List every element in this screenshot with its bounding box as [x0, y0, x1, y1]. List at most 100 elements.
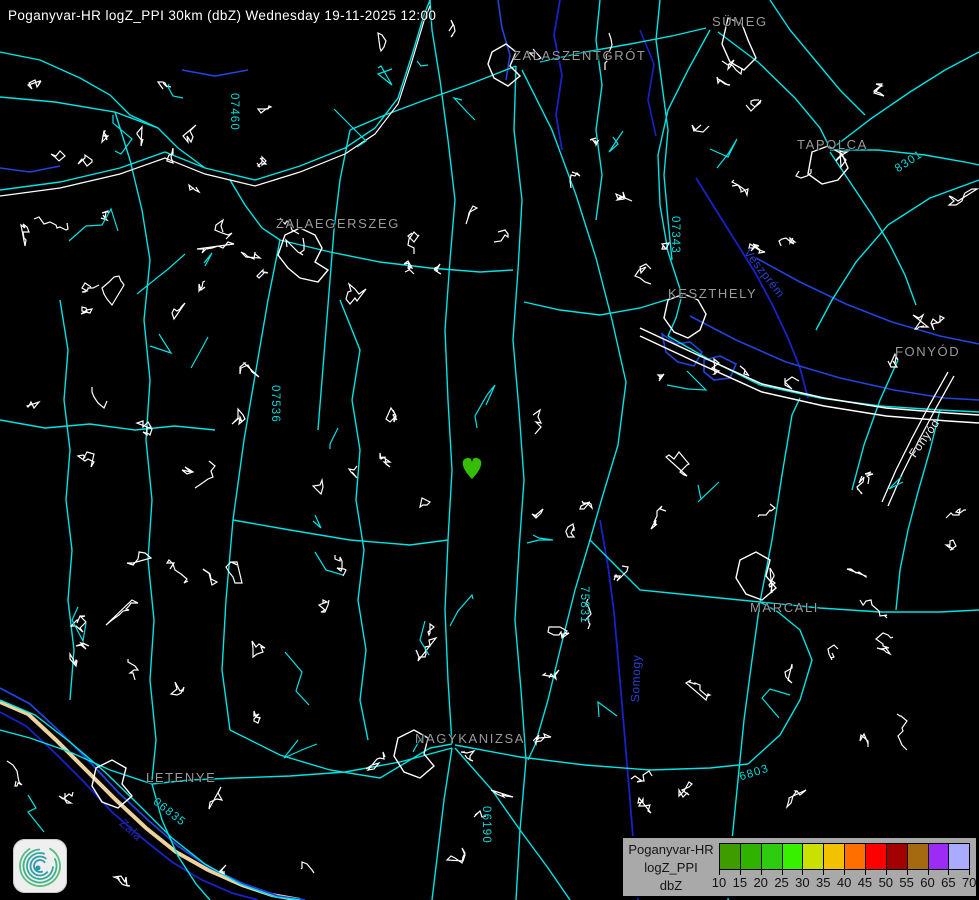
road-line-minor	[69, 209, 118, 241]
legend-swatch	[823, 843, 845, 870]
road-line	[524, 295, 682, 315]
road-line-minor	[710, 139, 737, 168]
settlement-outline	[847, 569, 866, 577]
road-number-label: 75831	[578, 586, 590, 624]
road-line	[0, 97, 205, 168]
legend-tick-value: 20	[753, 875, 767, 890]
settlement-outline	[232, 409, 245, 424]
road-line	[280, 240, 513, 272]
settlement-outline	[580, 501, 592, 509]
road-line-minor	[334, 109, 366, 147]
settlement-outline	[447, 848, 465, 863]
road-line	[318, 130, 350, 430]
settlement-outline	[254, 711, 260, 723]
river-line	[662, 334, 702, 366]
road-line	[350, 66, 516, 130]
road-line	[0, 420, 215, 430]
settlement-outline	[27, 402, 39, 408]
road-line	[455, 745, 748, 770]
settlement-outline	[865, 472, 873, 484]
precipitation-echo	[463, 458, 482, 479]
road-line-minor	[150, 334, 171, 353]
road-line	[748, 602, 812, 764]
settlement-outline	[51, 151, 65, 161]
road-line-minor	[667, 371, 706, 390]
settlement-outline	[257, 270, 268, 278]
road-line	[513, 66, 526, 900]
settlement-outline	[102, 131, 108, 142]
road-line-minor	[598, 702, 617, 717]
legend-swatch	[886, 843, 908, 870]
settlement-outline	[828, 645, 838, 660]
river-line	[498, 0, 510, 80]
city-label: MARCALI	[750, 600, 819, 615]
settlement-outline	[286, 238, 304, 255]
settlement-outline	[182, 467, 193, 474]
city-label: ZALAEGERSZEG	[276, 216, 400, 231]
road-line	[816, 180, 979, 330]
settlement-outline	[876, 633, 893, 648]
main-road-line	[736, 552, 776, 600]
settlement-outline	[732, 180, 748, 195]
legend-station: Poganyvar-HR	[623, 841, 719, 859]
road-line	[233, 520, 448, 545]
legend-swatch	[844, 843, 866, 870]
settlement-outline	[877, 647, 890, 654]
road-line	[590, 540, 760, 602]
settlement-outline	[466, 206, 477, 224]
settlement-outline	[197, 242, 234, 253]
road-line-minor	[313, 515, 321, 528]
settlement-outline	[946, 509, 966, 518]
settlement-outline	[380, 453, 390, 467]
settlement-outline	[189, 185, 199, 192]
settlement-outline	[92, 387, 107, 408]
settlement-outline	[366, 752, 385, 770]
settlement-outline	[127, 552, 151, 565]
settlement-outline	[59, 792, 73, 803]
settlement-outline	[408, 232, 419, 254]
road-line-minor	[168, 84, 183, 98]
road-line-minor	[285, 652, 309, 705]
road-line	[668, 295, 682, 336]
road-line-minor	[454, 98, 475, 120]
river-line	[182, 70, 248, 76]
road-line	[455, 748, 570, 900]
river-line	[0, 166, 60, 172]
settlement-outline	[76, 643, 89, 649]
road-line	[0, 52, 158, 128]
settlement-outline	[692, 125, 709, 132]
radar-map-canvas	[0, 0, 979, 900]
settlement-outline	[785, 664, 792, 683]
legend-tick-value: 60	[920, 875, 934, 890]
settlement-outline	[195, 461, 215, 488]
settlement-outline	[257, 157, 266, 167]
settlement-outline	[638, 798, 651, 813]
settlement-outline	[319, 600, 329, 612]
settlement-outline	[167, 560, 188, 583]
settlement-outline	[931, 316, 944, 330]
settlement-outline	[78, 452, 94, 467]
settlement-outline	[614, 566, 628, 581]
settlement-outline	[137, 127, 143, 146]
radar-title: Poganyvar-HR logZ_PPI 30km (dbZ) Wednesd…	[8, 8, 436, 23]
region-label: Somogy	[628, 654, 644, 702]
settlement-outline	[635, 264, 651, 284]
settlement-outline	[252, 641, 265, 657]
legend-swatch	[928, 843, 950, 870]
road-line	[830, 52, 979, 150]
legend-tick-value: 35	[816, 875, 830, 890]
settlement-outline	[717, 77, 730, 85]
settlement-outline	[313, 480, 323, 494]
road-line	[144, 260, 156, 780]
settlement-outline	[543, 670, 559, 679]
legend-tick-value: 15	[733, 875, 747, 890]
legend-product: logZ_PPI	[623, 859, 719, 877]
road-number-label: 06190	[480, 806, 492, 844]
river-line	[554, 0, 562, 150]
settlement-outline	[658, 374, 664, 381]
city-label: LETENYE	[146, 770, 216, 785]
legend-swatch	[761, 843, 783, 870]
road-line-minor	[28, 795, 44, 832]
legend-unit: dbZ	[623, 877, 719, 895]
road-line	[0, 730, 152, 784]
